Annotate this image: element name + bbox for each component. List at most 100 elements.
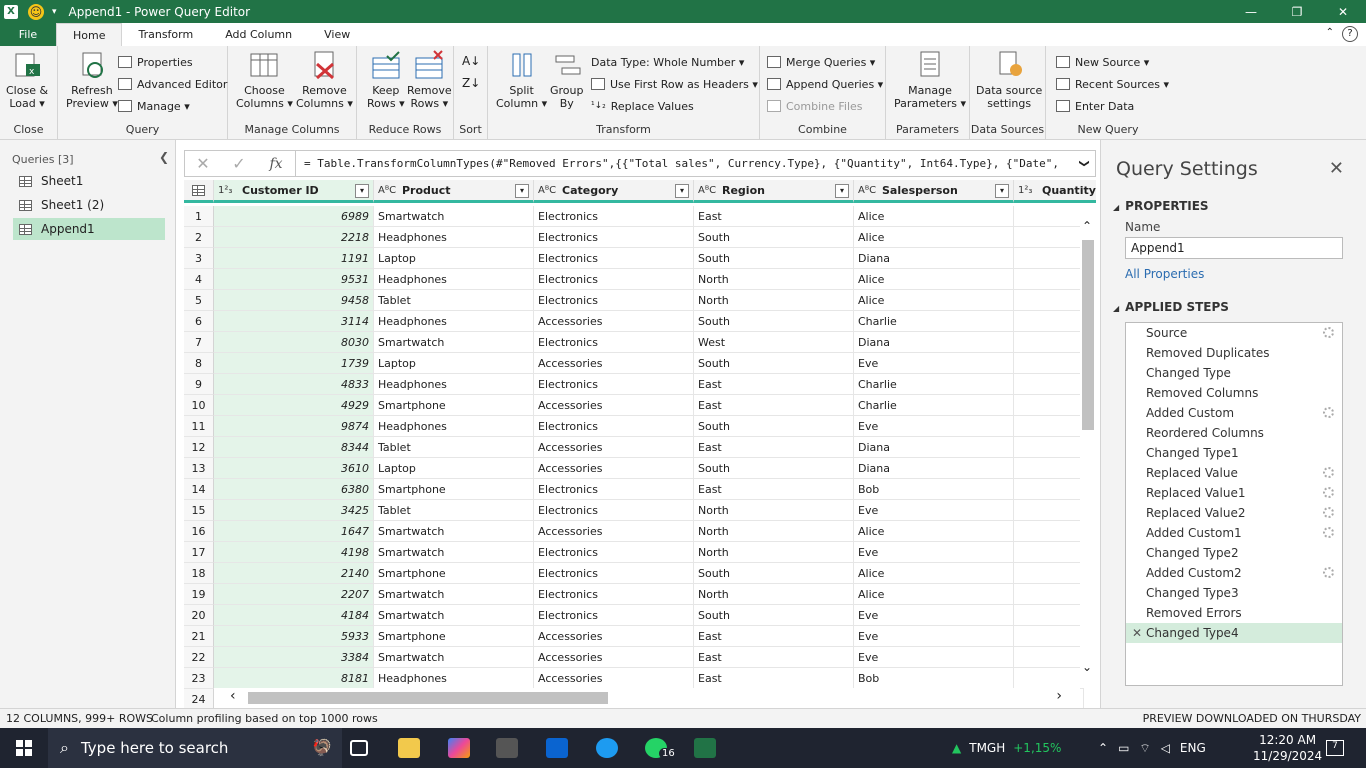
table-row[interactable]: 23 8181 Headphones Accessories East Bob xyxy=(184,668,1084,689)
table-cell[interactable]: 9458 xyxy=(214,290,374,311)
table-cell[interactable] xyxy=(1014,563,1084,584)
profiling-status[interactable]: Column profiling based on top 1000 rows xyxy=(151,709,378,728)
row-number[interactable]: 20 xyxy=(184,605,214,626)
column-type-icon[interactable]: 1²₃ xyxy=(218,185,236,196)
column-filter-dropdown-icon[interactable]: ▾ xyxy=(995,184,1009,198)
table-cell[interactable]: 1739 xyxy=(214,353,374,374)
table-cell[interactable]: Accessories xyxy=(534,626,694,647)
applied-step[interactable]: Reordered Columns xyxy=(1126,423,1342,443)
applied-step[interactable]: Source xyxy=(1126,323,1342,343)
table-cell[interactable] xyxy=(1014,542,1084,563)
remove-columns-button[interactable]: Remove Columns ▾ xyxy=(296,50,353,110)
table-cell[interactable]: Electronics xyxy=(534,542,694,563)
row-number[interactable]: 24 xyxy=(184,689,214,708)
table-cell[interactable] xyxy=(1014,458,1084,479)
table-cell[interactable]: Eve xyxy=(854,647,1014,668)
table-cell[interactable] xyxy=(1014,374,1084,395)
table-cell[interactable]: Charlie xyxy=(854,395,1014,416)
row-number[interactable]: 4 xyxy=(184,269,214,290)
delete-step-icon[interactable]: ✕ xyxy=(1132,623,1142,643)
table-cell[interactable] xyxy=(1014,647,1084,668)
row-number[interactable]: 21 xyxy=(184,626,214,647)
table-cell[interactable]: Accessories xyxy=(534,311,694,332)
table-cell[interactable]: South xyxy=(694,248,854,269)
table-cell[interactable]: North xyxy=(694,269,854,290)
column-type-icon[interactable]: AᴮC xyxy=(378,185,396,196)
scroll-left-icon[interactable]: ‹ xyxy=(230,688,236,704)
table-cell[interactable]: Accessories xyxy=(534,437,694,458)
table-cell[interactable]: Smartphone xyxy=(374,479,534,500)
manage-button[interactable]: Manage ▾ xyxy=(118,97,190,115)
table-row[interactable]: 16 1647 Smartwatch Accessories North Alice xyxy=(184,521,1084,542)
clock[interactable]: 12:20 AM 11/29/2024 xyxy=(1253,732,1322,764)
stock-widget[interactable]: ▲ TMGH +1,15% xyxy=(952,728,1061,768)
query-item-sheet1-2[interactable]: Sheet1 (2) xyxy=(13,194,165,216)
all-properties-link[interactable]: All Properties xyxy=(1125,267,1204,281)
table-cell[interactable]: Electronics xyxy=(534,374,694,395)
edge-icon[interactable] xyxy=(596,738,618,758)
applied-step[interactable]: Replaced Value1 xyxy=(1126,483,1342,503)
row-number[interactable]: 14 xyxy=(184,479,214,500)
network-icon[interactable]: ⌔ xyxy=(1139,741,1150,756)
smiley-icon[interactable]: ☺ xyxy=(28,3,44,20)
table-cell[interactable] xyxy=(1014,668,1084,689)
step-settings-gear-icon[interactable] xyxy=(1323,527,1334,538)
volume-icon[interactable]: ◁ xyxy=(1161,741,1170,755)
column-filter-dropdown-icon[interactable]: ▾ xyxy=(835,184,849,198)
row-number[interactable]: 6 xyxy=(184,311,214,332)
applied-step[interactable]: Added Custom2 xyxy=(1126,563,1342,583)
row-number[interactable]: 2 xyxy=(184,227,214,248)
table-row[interactable]: 11 9874 Headphones Electronics South Eve xyxy=(184,416,1084,437)
table-cell[interactable] xyxy=(1014,395,1084,416)
table-cell[interactable]: Electronics xyxy=(534,605,694,626)
restore-button[interactable]: ❐ xyxy=(1274,0,1320,23)
table-cell[interactable] xyxy=(1014,626,1084,647)
collapse-ribbon-icon[interactable]: ⌃ xyxy=(1326,27,1334,38)
table-cell[interactable]: South xyxy=(694,563,854,584)
table-cell[interactable]: 2207 xyxy=(214,584,374,605)
formula-input[interactable]: = Table.TransformColumnTypes(#"Removed E… xyxy=(295,151,1073,176)
row-number[interactable]: 22 xyxy=(184,647,214,668)
table-cell[interactable]: North xyxy=(694,500,854,521)
table-cell[interactable]: East xyxy=(694,668,854,689)
step-settings-gear-icon[interactable] xyxy=(1323,407,1334,418)
table-cell[interactable]: Smartwatch xyxy=(374,521,534,542)
recent-sources-button[interactable]: Recent Sources ▾ xyxy=(1056,75,1169,93)
horizontal-scroll-thumb[interactable] xyxy=(248,692,608,704)
close-settings-icon[interactable]: ✕ xyxy=(1329,158,1344,179)
row-number[interactable]: 17 xyxy=(184,542,214,563)
table-cell[interactable]: Alice xyxy=(854,269,1014,290)
table-cell[interactable]: Electronics xyxy=(534,332,694,353)
applied-step[interactable]: ✕ Changed Type4 xyxy=(1126,623,1342,643)
copilot-icon[interactable] xyxy=(448,738,470,758)
col-salesperson-header[interactable]: AᴮC Salesperson ▾ xyxy=(854,180,1014,203)
minimize-button[interactable]: — xyxy=(1228,0,1274,23)
table-cell[interactable] xyxy=(1014,290,1084,311)
row-number[interactable]: 9 xyxy=(184,374,214,395)
table-cell[interactable]: Charlie xyxy=(854,374,1014,395)
table-cell[interactable]: Diana xyxy=(854,458,1014,479)
table-row[interactable]: 6 3114 Headphones Accessories South Charlie xyxy=(184,311,1084,332)
sort-ascending-icon[interactable]: A↓ xyxy=(462,52,480,70)
table-cell[interactable]: Eve xyxy=(854,542,1014,563)
table-cell[interactable]: North xyxy=(694,542,854,563)
task-view-icon[interactable] xyxy=(350,740,368,756)
quick-access-dropdown-icon[interactable]: ▾ xyxy=(52,7,57,17)
outlook-icon[interactable] xyxy=(546,738,568,758)
step-settings-gear-icon[interactable] xyxy=(1323,327,1334,338)
table-cell[interactable]: Bob xyxy=(854,668,1014,689)
table-cell[interactable]: Smartwatch xyxy=(374,647,534,668)
column-filter-dropdown-icon[interactable]: ▾ xyxy=(515,184,529,198)
choose-columns-button[interactable]: Choose Columns ▾ xyxy=(236,50,293,110)
step-settings-gear-icon[interactable] xyxy=(1323,487,1334,498)
split-column-button[interactable]: Split Column ▾ xyxy=(496,50,547,110)
table-cell[interactable]: Diana xyxy=(854,248,1014,269)
table-cell[interactable]: 4929 xyxy=(214,395,374,416)
table-cell[interactable]: 6380 xyxy=(214,479,374,500)
merge-queries-button[interactable]: Merge Queries ▾ xyxy=(767,53,875,71)
table-row[interactable]: 4 9531 Headphones Electronics North Alice xyxy=(184,269,1084,290)
table-cell[interactable]: Diana xyxy=(854,332,1014,353)
table-cell[interactable]: Accessories xyxy=(534,647,694,668)
query-item-append1[interactable]: Append1 xyxy=(13,218,165,240)
advanced-editor-button[interactable]: Advanced Editor xyxy=(118,75,227,93)
